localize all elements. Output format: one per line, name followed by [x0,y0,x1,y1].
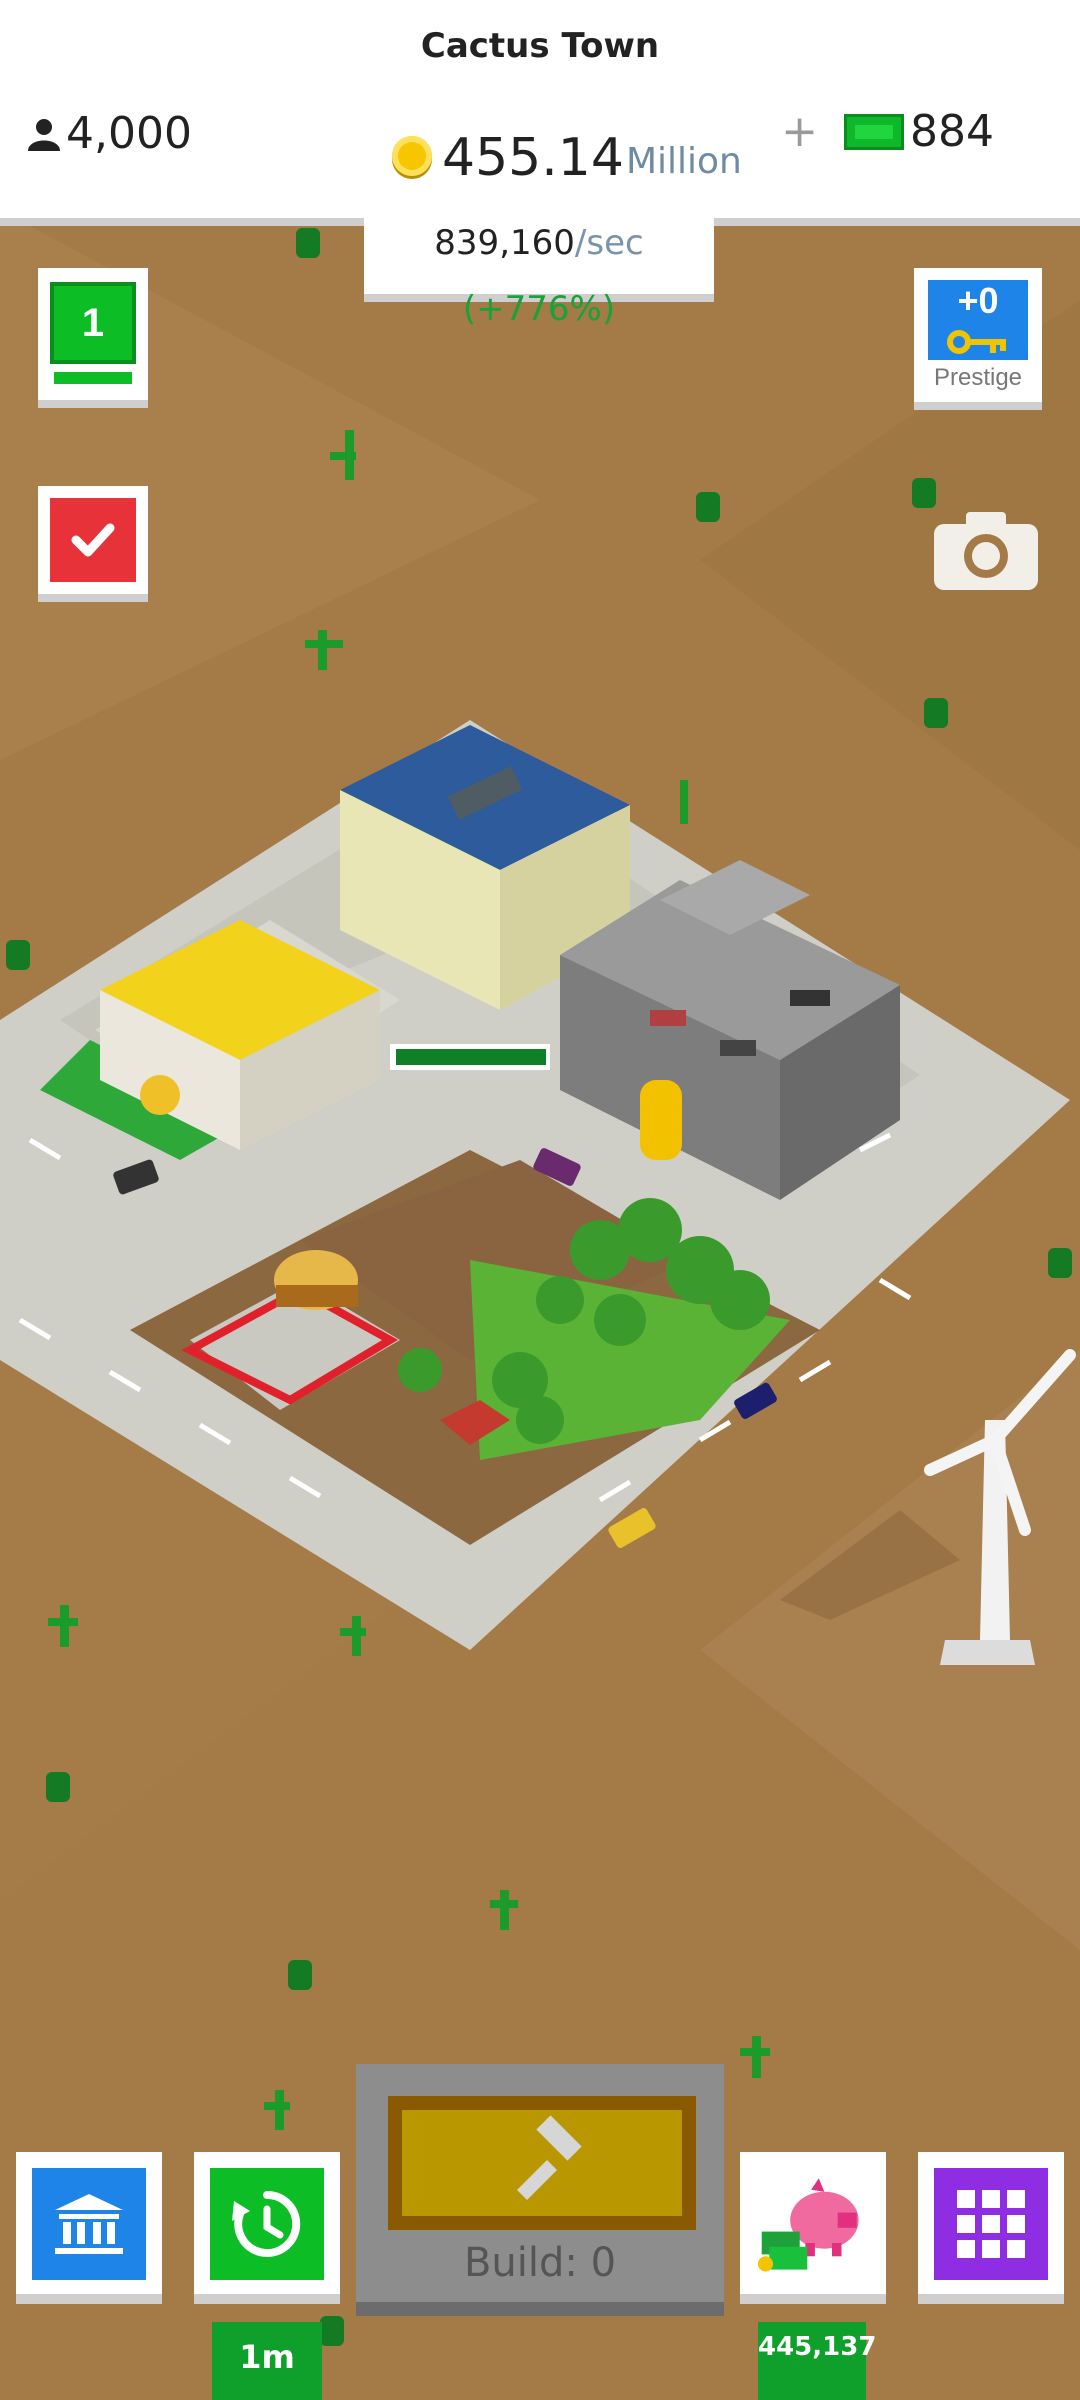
bank-icon [55,2194,123,2254]
banknote-icon [844,113,905,150]
cash-amount: 884 [910,106,994,157]
prestige-label: Prestige [933,364,1023,391]
checkmark-icon [71,523,115,557]
population-display: 4,000 [26,108,192,159]
hammer-icon [517,2115,582,2200]
level-progress-bar [54,372,132,384]
town-name: Cactus Town [420,26,660,66]
piggy-bank-button[interactable] [740,2152,886,2304]
coin-amount: 455.14 [442,128,624,188]
prestige-value: +0 [957,280,999,321]
level-button[interactable]: 1 [38,268,148,408]
top-bar: Cactus Town 4,000 455.14 Million + 884 [0,0,1080,226]
bank-button[interactable] [16,2152,162,2304]
menu-grid-button[interactable] [918,2152,1064,2304]
clock-refresh-icon [232,2190,301,2257]
tasks-button[interactable] [38,486,148,602]
key-icon [947,330,1006,354]
grid-menu-icon [957,2190,1025,2258]
camera-icon [934,512,1038,590]
piggy-bank-icon [757,2178,859,2272]
prestige-button[interactable]: +0 Prestige [914,268,1042,410]
time-warp-button[interactable] [194,2152,340,2304]
coin-balance: 455.14 Million [392,130,742,186]
person-icon [28,118,60,151]
income-unit: /sec [574,223,644,263]
build-button[interactable]: Build: 0 [356,2064,724,2316]
income-bonus: (+776%) [462,289,616,329]
piggy-bank-amount: 445,137 [758,2322,876,2400]
level-number: 1 [50,282,136,364]
income-rate: 839,160/sec (+776%) [364,210,714,329]
population-count: 4,000 [66,108,192,159]
coin-unit: Million [625,141,742,182]
build-count: Build: 0 [463,2240,617,2286]
income-value: 839,160 [434,223,575,263]
cash-balance[interactable]: + 884 [781,106,994,157]
add-cash-button[interactable]: + [781,106,818,157]
coin-icon [392,136,432,176]
screenshot-button[interactable] [934,510,1038,595]
time-warp-label: 1m [212,2322,322,2400]
